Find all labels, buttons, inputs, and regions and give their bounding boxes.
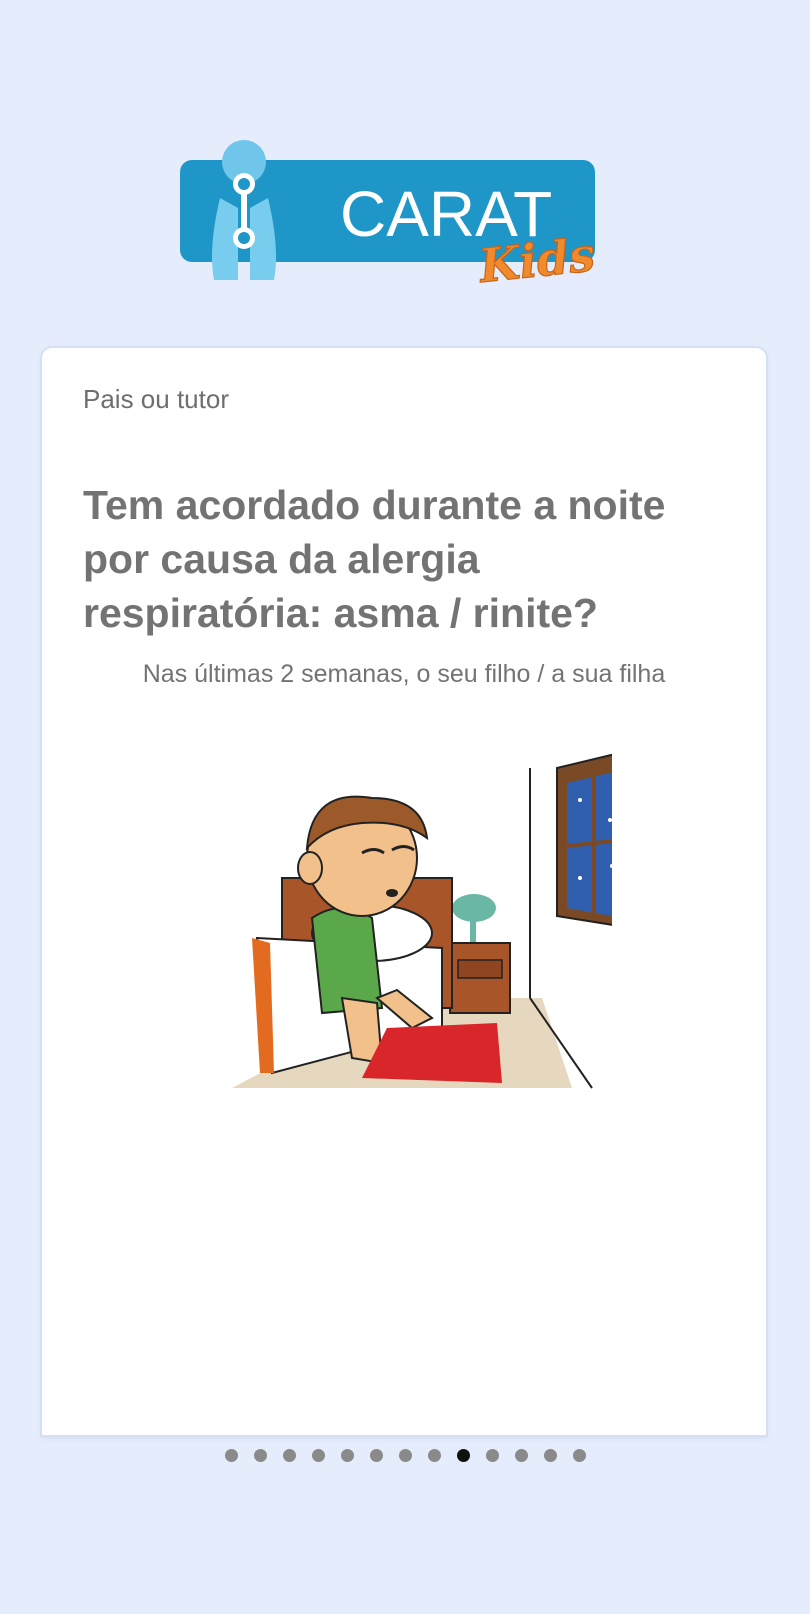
page-dot[interactable]	[253, 1449, 267, 1462]
question-text: Tem acordado durante a noite por causa d…	[83, 482, 666, 636]
page-dot[interactable]	[369, 1449, 383, 1462]
question-subtitle: Nas últimas 2 semanas, o seu filho / a s…	[142, 660, 666, 688]
page-dot[interactable]	[224, 1449, 238, 1462]
questionnaire-screen: CARAT Kids Pais ou tutor Tem acordado du…	[0, 0, 810, 1614]
page-dot[interactable]	[282, 1449, 296, 1462]
page-dot[interactable]	[572, 1449, 586, 1462]
page-dot-active[interactable]	[456, 1449, 470, 1462]
question-card: Pais ou tutor Tem acordado durante a noi…	[42, 348, 766, 1435]
page-dot[interactable]	[543, 1449, 557, 1462]
page-dot[interactable]	[427, 1449, 441, 1462]
carat-kids-logo: CARAT Kids	[180, 138, 630, 298]
boy-awake-in-bed-illustration	[212, 728, 633, 1098]
page-dot[interactable]	[311, 1449, 325, 1462]
page-dot[interactable]	[340, 1449, 354, 1462]
page-dot[interactable]	[398, 1449, 412, 1462]
page-indicator	[0, 1449, 810, 1462]
respondent-label: Pais ou tutor	[83, 384, 229, 414]
page-dot[interactable]	[485, 1449, 499, 1462]
logo-subtitle: Kids	[475, 227, 598, 293]
page-dot[interactable]	[514, 1449, 528, 1462]
